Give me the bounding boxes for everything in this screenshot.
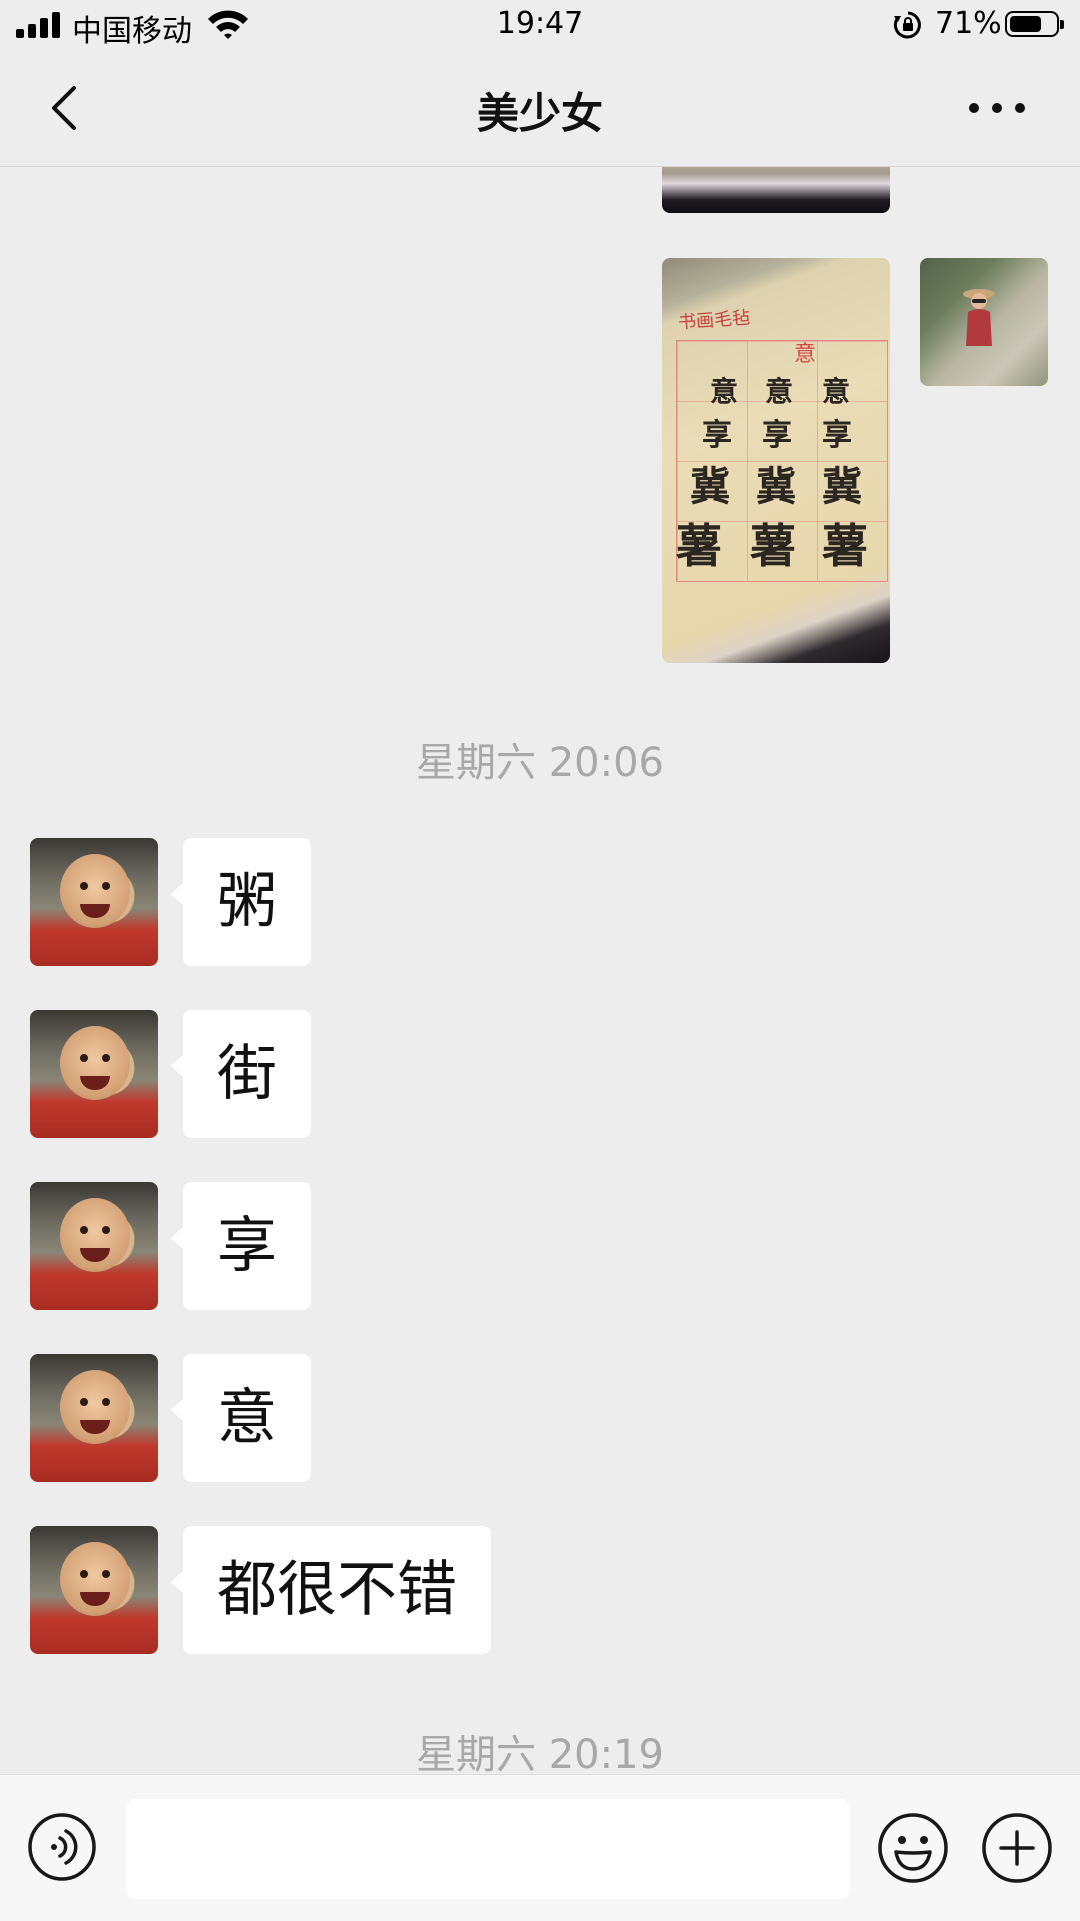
avatar-eye bbox=[80, 1226, 88, 1234]
my-avatar[interactable] bbox=[920, 258, 1048, 386]
photo-char: 冀 bbox=[690, 463, 730, 510]
avatar-eye bbox=[80, 1570, 88, 1578]
sent-photo-partial[interactable] bbox=[662, 167, 890, 213]
photo-char: 冀 bbox=[822, 463, 862, 510]
battery-fill bbox=[1010, 16, 1041, 32]
photo-char: 薯 bbox=[822, 519, 868, 573]
photo-char: 薯 bbox=[676, 519, 722, 573]
photo-char: 意 bbox=[822, 375, 851, 408]
contact-avatar[interactable] bbox=[30, 1182, 158, 1310]
photo-char: 冀 bbox=[756, 463, 796, 510]
avatar-eye bbox=[102, 1226, 110, 1234]
photo-char: 享 bbox=[702, 418, 732, 453]
time-divider: 星期六 20:06 bbox=[416, 740, 664, 786]
avatar-eye bbox=[80, 1054, 88, 1062]
more-dots-icon[interactable] bbox=[962, 80, 1032, 136]
contact-avatar[interactable] bbox=[30, 1354, 158, 1482]
avatar-eye bbox=[102, 1398, 110, 1406]
contact-avatar[interactable] bbox=[30, 1526, 158, 1654]
message-bubble[interactable]: 意 bbox=[171, 1354, 311, 1482]
contact-avatar[interactable] bbox=[30, 838, 158, 966]
emoji-icon[interactable] bbox=[877, 1812, 949, 1884]
sent-photo-calligraphy[interactable]: 书画毛毡 意 意 意 意 享 享 享 冀 冀 冀 薯 薯 薯 bbox=[662, 258, 890, 663]
avatar-eye bbox=[102, 1054, 110, 1062]
rotation-lock-icon bbox=[893, 11, 921, 39]
message-bubble[interactable]: 享 bbox=[171, 1182, 311, 1310]
chat-title: 美少女 bbox=[476, 89, 603, 138]
photo-char: 意 bbox=[710, 375, 739, 408]
photo-char: 意 bbox=[765, 375, 794, 408]
photo-char: 享 bbox=[822, 418, 852, 453]
photo-char: 享 bbox=[762, 418, 792, 453]
contact-avatar[interactable] bbox=[30, 1010, 158, 1138]
nav-bar: 美少女 bbox=[0, 50, 1080, 167]
voice-icon[interactable] bbox=[27, 1812, 97, 1882]
avatar-eye bbox=[102, 1570, 110, 1578]
message-bubble[interactable]: 都很不错 bbox=[171, 1526, 491, 1654]
photo-char: 薯 bbox=[750, 519, 796, 573]
battery-percent: 71% bbox=[935, 6, 1002, 41]
input-bar bbox=[0, 1774, 1080, 1921]
plus-circle-icon[interactable] bbox=[981, 1812, 1053, 1884]
message-bubble[interactable]: 粥 bbox=[171, 838, 311, 966]
avatar-eye bbox=[80, 1398, 88, 1406]
message-bubble[interactable]: 街 bbox=[171, 1010, 311, 1138]
chat-area[interactable]: 书画毛毡 意 意 意 意 享 享 享 冀 冀 冀 薯 薯 薯 星期六 20:06… bbox=[0, 167, 1080, 1774]
status-bar: 中国移动 19:47 71% bbox=[0, 0, 1080, 50]
time-divider: 星期六 20:19 bbox=[416, 1732, 664, 1774]
avatar-eye bbox=[80, 882, 88, 890]
message-input[interactable] bbox=[126, 1799, 850, 1899]
battery-icon bbox=[1005, 11, 1064, 37]
avatar-eye bbox=[102, 882, 110, 890]
photo-felt-title: 书画毛毡 bbox=[677, 307, 751, 334]
person-figure bbox=[963, 289, 995, 346]
